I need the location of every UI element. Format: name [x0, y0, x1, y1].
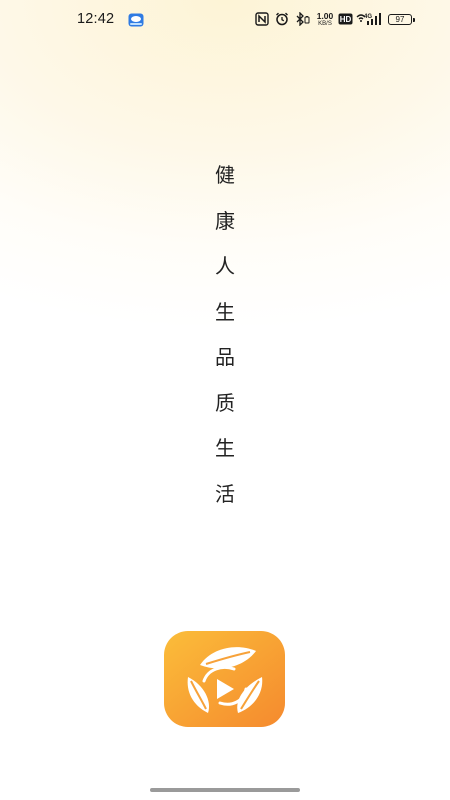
nfc-icon: [255, 12, 269, 26]
home-indicator[interactable]: [150, 788, 300, 792]
alarm-icon: [276, 12, 288, 26]
hd-icon: HD: [338, 13, 353, 25]
svg-text:HD: HD: [340, 15, 352, 24]
slogan-char: 品: [215, 345, 235, 369]
slogan-char: 质: [215, 390, 235, 415]
slogan-char: 生: [215, 299, 235, 324]
app-notification-icon: [128, 13, 144, 27]
status-time: 12:42: [77, 11, 115, 27]
network-speed: 1.00 KB/S: [314, 11, 336, 28]
slogan-char: 生: [215, 436, 235, 460]
app-logo-icon: [164, 631, 285, 727]
bluetooth-icon: [296, 12, 310, 26]
network-speed-value: 1.00: [316, 11, 334, 21]
slogan-char: 活: [215, 481, 235, 506]
status-bar: 12:42 1.00 KB/S HD 4G 97: [0, 0, 450, 40]
slogan-char: 健: [215, 163, 235, 187]
slogan-char: 人: [215, 254, 235, 278]
network-speed-unit: KB/S: [318, 21, 332, 27]
signal-icon: 4G: [364, 13, 381, 25]
splash-slogan: 健 康 人 生 品 质 生 活: [210, 160, 240, 524]
battery-icon: 97: [388, 14, 415, 25]
slogan-char: 康: [215, 208, 235, 233]
battery-level: 97: [395, 15, 405, 24]
